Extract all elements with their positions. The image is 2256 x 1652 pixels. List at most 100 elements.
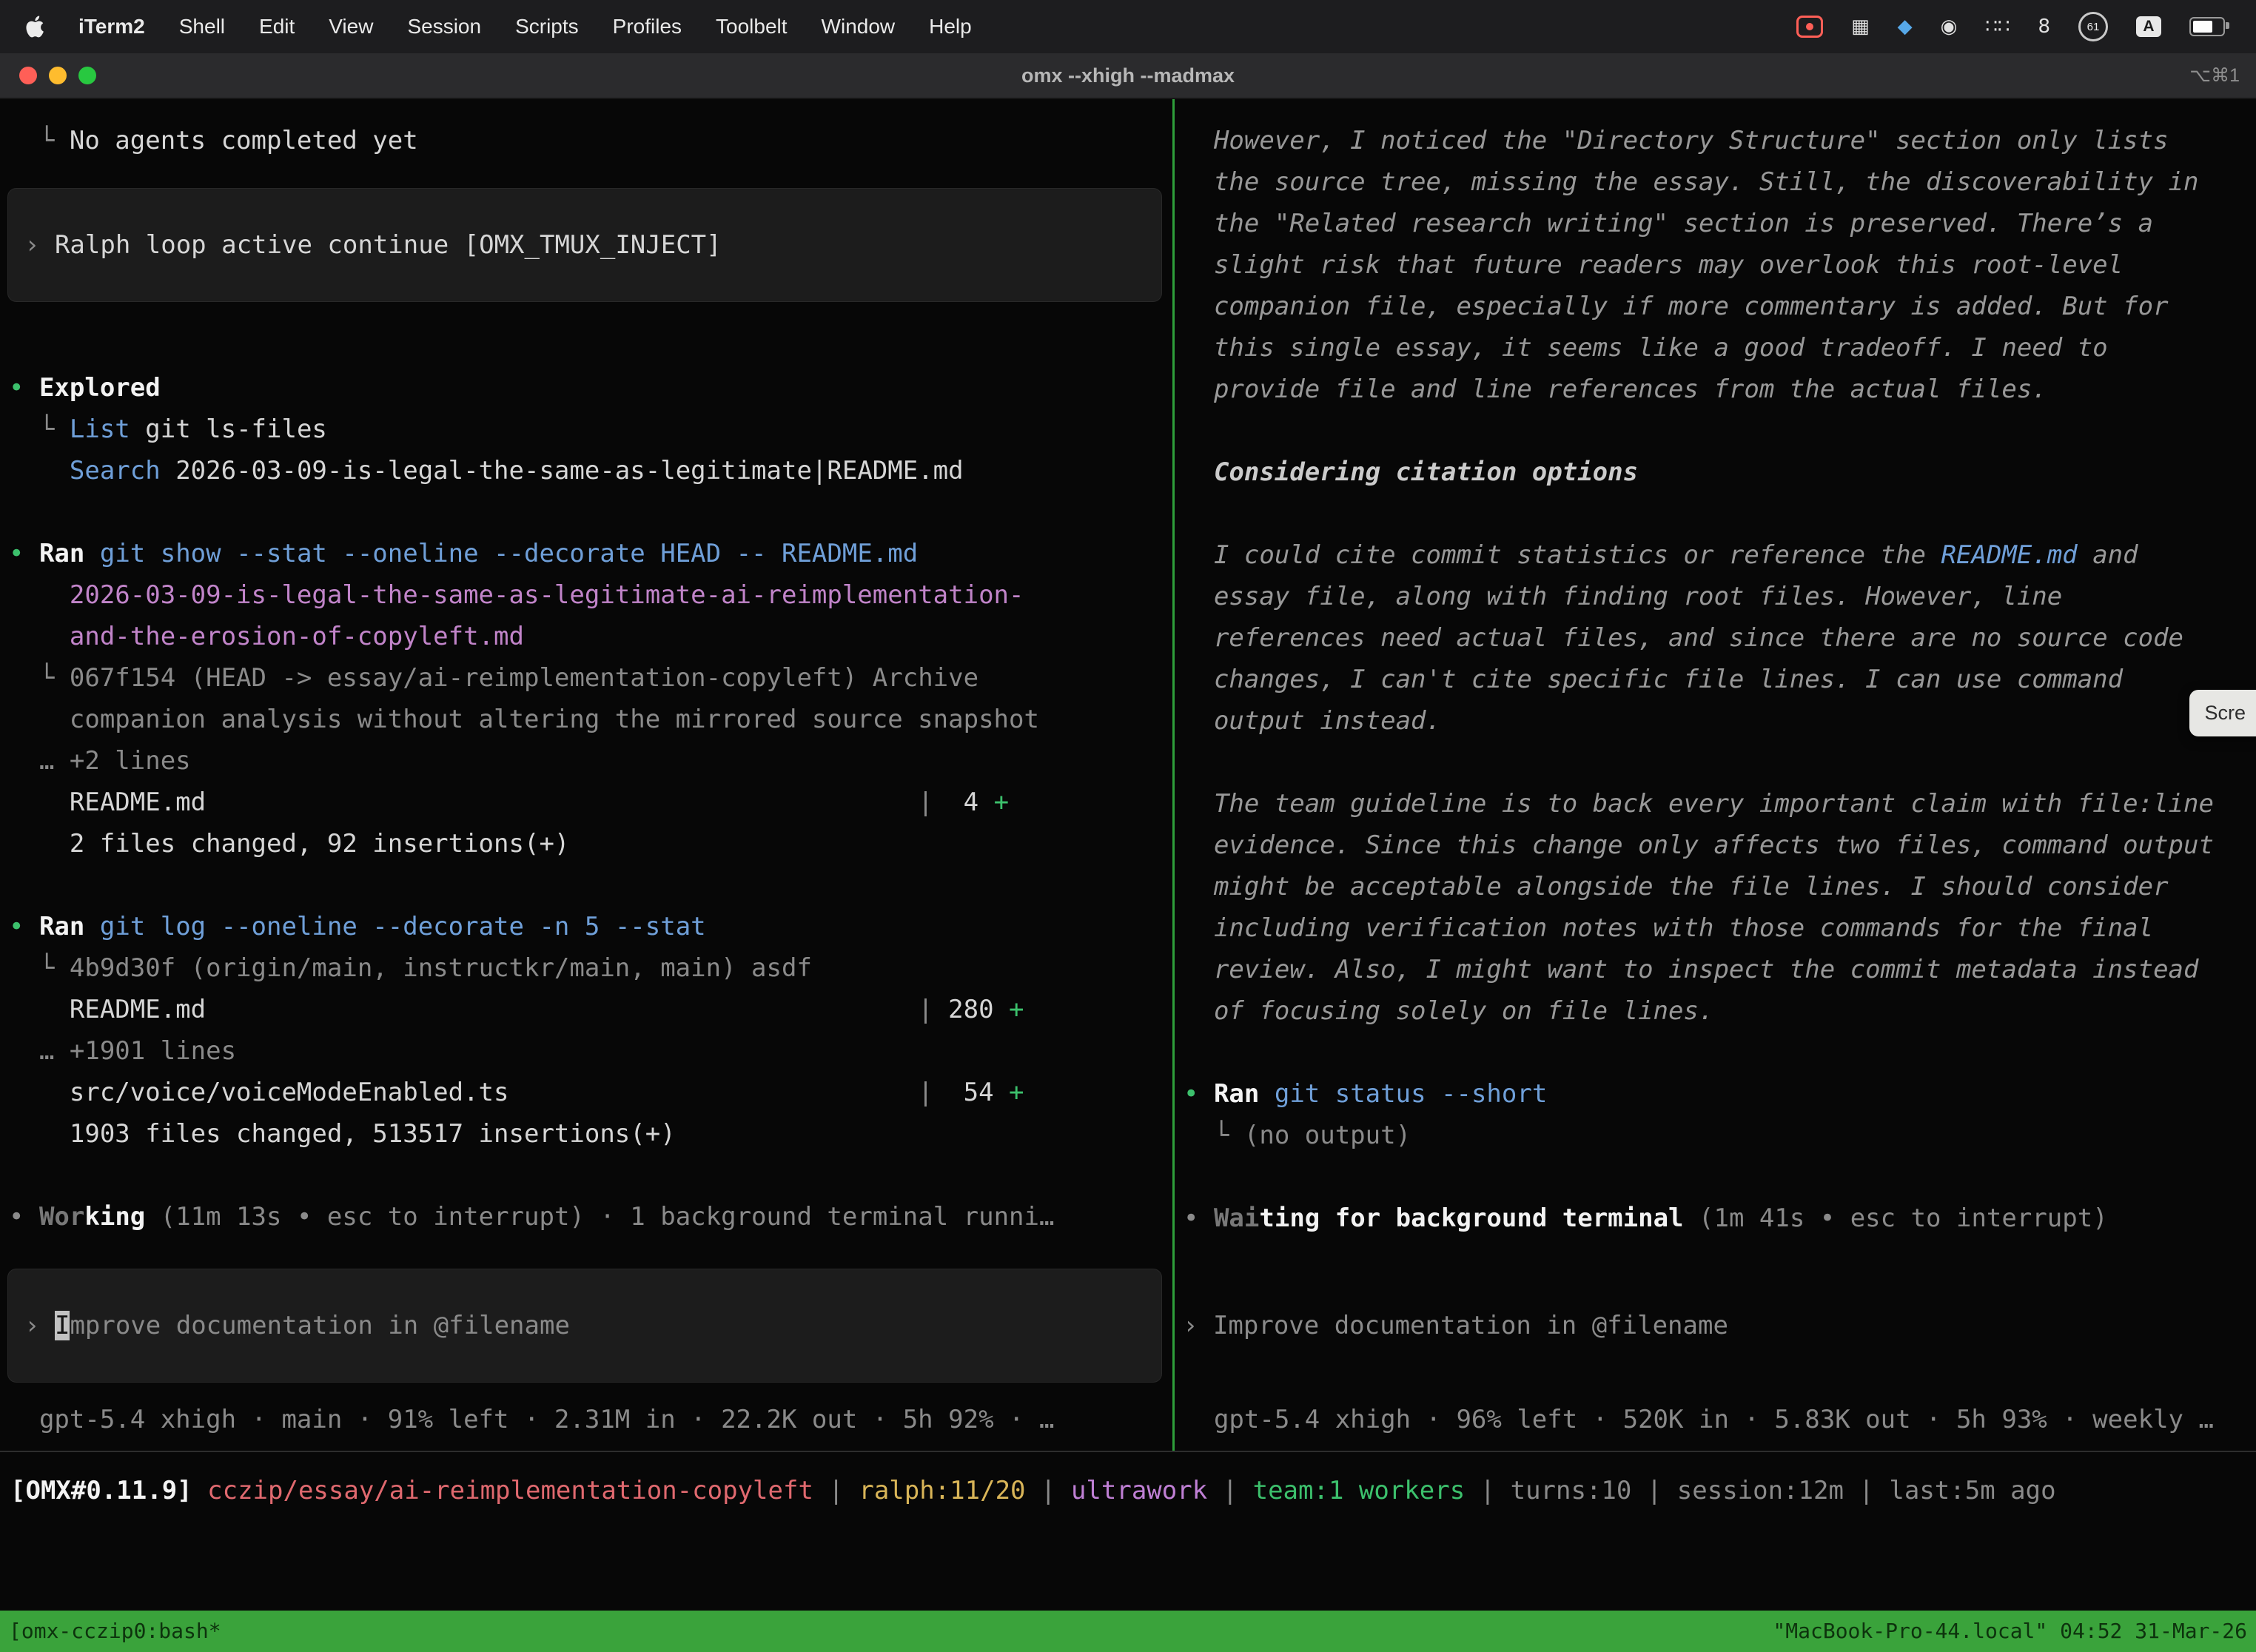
close-button[interactable] (19, 67, 37, 84)
terminal-line: └ List git ls-files (9, 409, 1172, 450)
screenshot-notification-tab[interactable]: Scre (2189, 690, 2256, 736)
text-segment: No agents completed yet (70, 126, 418, 155)
right-status-line: gpt-5.4 xhigh · 96% left · 520K in · 5.8… (1184, 1399, 2256, 1440)
text-segment: | (1631, 1470, 1676, 1511)
text-segment: git show --stat --oneline --decorate HEA… (84, 539, 918, 568)
text-segment: └ (9, 414, 70, 444)
tmux-status-bar: [omx-cczip0:bash* "MacBook-Pro-44.local"… (0, 1611, 2256, 1652)
text-segment: • (9, 912, 39, 941)
text-segment: gpt-5.4 xhigh · 96% left · 520K in · 5.8… (1184, 1405, 2214, 1434)
text-segment: 280 (933, 995, 1009, 1024)
sparkle-icon[interactable]: ◆ (1898, 17, 1913, 36)
menu-item-help[interactable]: Help (929, 15, 972, 38)
text-segment: 4 (933, 788, 994, 817)
screen: iTerm2 Shell Edit View Session Scripts P… (0, 0, 2256, 1652)
terminal-line (9, 491, 1172, 533)
text-segment: including verification notes with those … (1184, 913, 2153, 943)
menu-item-iterm2[interactable]: iTerm2 (78, 15, 145, 38)
menu-item-shell[interactable]: Shell (179, 15, 225, 38)
figure-eight-icon[interactable]: 8 (2038, 17, 2050, 36)
text-segment: | (918, 1078, 933, 1107)
text-segment: | (813, 1470, 859, 1511)
terminal-line: companion analysis without altering the … (9, 699, 1172, 740)
text-segment: Ran (1214, 1079, 1259, 1109)
text-segment: companion analysis without altering the … (9, 705, 1039, 734)
terminal-line (1184, 1156, 2256, 1198)
text-segment: + (1009, 1078, 1024, 1107)
screen-recording-indicator-icon[interactable] (1796, 16, 1823, 38)
right-input-box[interactable]: › Improve documentation in @filename (1182, 1269, 2246, 1383)
text-segment: [OMX#0.11.9] (10, 1470, 192, 1511)
text-segment: • (9, 1202, 39, 1232)
text-segment: essay file, along with finding root file… (1184, 582, 2062, 611)
text-segment: ting for background terminal (1259, 1203, 1683, 1233)
text-segment: … +1901 lines (9, 1036, 236, 1066)
text-segment: └ (9, 126, 70, 155)
text-segment: └ (9, 953, 70, 983)
text-segment: ultrawork (1071, 1470, 1207, 1511)
terminal-line (1184, 493, 2256, 534)
text-segment: session:12m (1677, 1470, 1844, 1511)
menu-item-session[interactable]: Session (407, 15, 481, 38)
text-segment: Explored (39, 373, 161, 403)
text-segment: changes, I can't cite specific file line… (1184, 665, 2123, 694)
text-segment: Ran (39, 912, 84, 941)
input-source-icon[interactable]: A (2136, 16, 2161, 37)
text-segment: 1903 files changed, 513517 insertions(+) (9, 1119, 676, 1149)
grid-icon[interactable]: ▦ (1851, 17, 1870, 36)
text-segment: of focusing solely on file lines. (1184, 996, 1713, 1026)
bottom-spacer (0, 1529, 2256, 1611)
text-segment: the source tree, missing the essay. Stil… (1184, 167, 2198, 197)
terminal-line: companion file, especially if more comme… (1184, 286, 2256, 327)
tmux-panes: └ No agents completed yet › Ralph loop a… (0, 99, 2256, 1452)
traffic-lights (19, 67, 96, 84)
terminal-line: └ (no output) (1184, 1115, 2256, 1156)
circle-app-icon[interactable]: ◉ (1941, 17, 1958, 36)
terminal-line: of focusing solely on file lines. (1184, 990, 2256, 1032)
text-segment: Wai (1214, 1203, 1259, 1233)
text-segment: › (24, 1311, 55, 1340)
terminal-line: essay file, along with finding root file… (1184, 576, 2256, 617)
menu-item-view[interactable]: View (329, 15, 373, 38)
right-terminal-pane[interactable]: However, I noticed the "Directory Struct… (1175, 99, 2256, 1451)
macos-menu-bar: iTerm2 Shell Edit View Session Scripts P… (0, 0, 2256, 53)
window-title-bar[interactable]: omx --xhigh --madmax ⌥⌘1 (0, 53, 2256, 99)
text-segment: | (918, 995, 933, 1024)
text-segment: turns:10 (1511, 1470, 1632, 1511)
text-segment: + (994, 788, 1009, 817)
zoom-button[interactable] (78, 67, 96, 84)
menu-bar-status-icons: ▦ ◆ ◉ ∷∷ 8 61 A (1796, 12, 2231, 41)
left-terminal-pane[interactable]: └ No agents completed yet › Ralph loop a… (0, 99, 1172, 1451)
battery-percent-gauge-icon[interactable]: 61 (2078, 12, 2108, 41)
text-segment: last:5m ago (1889, 1470, 2055, 1511)
terminal-line: 2 files changed, 92 insertions(+) (9, 823, 1172, 864)
terminal-line: • Ran git show --stat --oneline --decora… (9, 533, 1172, 574)
terminal-line: Search 2026-03-09-is-legal-the-same-as-l… (9, 450, 1172, 491)
apple-logo-icon (25, 16, 44, 38)
terminal-line: slight risk that future readers may over… (1184, 244, 2256, 286)
battery-icon[interactable] (2189, 17, 2225, 36)
menu-item-scripts[interactable]: Scripts (515, 15, 579, 38)
menu-item-edit[interactable]: Edit (259, 15, 295, 38)
menu-item-window[interactable]: Window (822, 15, 896, 38)
dots-grid-icon[interactable]: ∷∷ (1985, 17, 2010, 36)
text-segment: README.md (1941, 540, 2078, 570)
apple-menu-icon[interactable] (25, 16, 44, 38)
terminal-line: README.md | 280 + (9, 989, 1172, 1030)
minimize-button[interactable] (49, 67, 67, 84)
menu-item-toolbelt[interactable]: Toolbelt (716, 15, 788, 38)
left-input-box[interactable]: › Improve documentation in @filename (7, 1269, 1162, 1383)
terminal-line: • Working (11m 13s • esc to interrupt) ·… (9, 1196, 1172, 1238)
battery-fill (2193, 21, 2212, 33)
text-segment: └ (9, 663, 70, 693)
right-input-line[interactable]: › Improve documentation in @filename (1183, 1305, 2229, 1346)
menu-item-profiles[interactable]: Profiles (613, 15, 682, 38)
text-segment (206, 788, 918, 817)
left-status-line: gpt-5.4 xhigh · main · 91% left · 2.31M … (9, 1399, 1172, 1440)
text-segment: Ran (39, 539, 84, 568)
left-input-line[interactable]: › Improve documentation in @filename (24, 1305, 1145, 1346)
text-segment: Considering citation options (1184, 457, 1638, 487)
text-segment: … +2 lines (9, 746, 191, 776)
text-segment: 2026-03-09-is-legal-the-same-as-legitima… (9, 580, 1024, 610)
terminal-line: 2026-03-09-is-legal-the-same-as-legitima… (9, 574, 1172, 616)
